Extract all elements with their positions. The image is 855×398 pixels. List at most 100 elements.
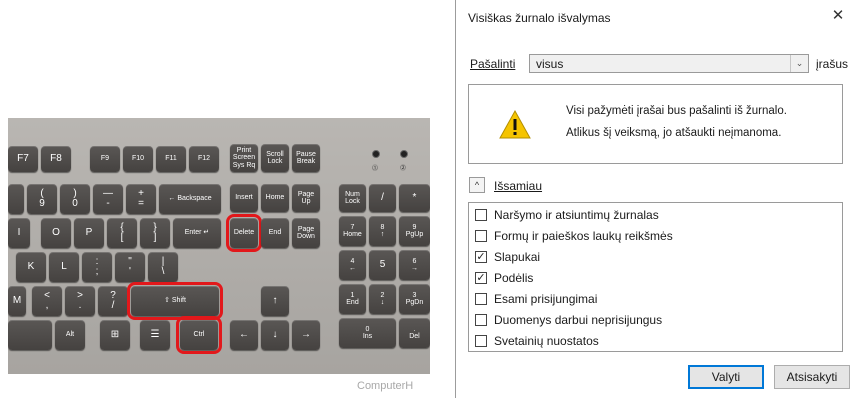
- num-lock-led: [372, 150, 380, 158]
- check-icon[interactable]: ✓: [475, 251, 487, 263]
- checkbox-site-preferences[interactable]: Svetainių nuostatos: [475, 332, 599, 350]
- key-scroll-lock: Scroll Lock: [261, 144, 289, 172]
- chevron-down-icon[interactable]: ⌄: [790, 55, 808, 72]
- checkbox-cache[interactable]: ✓ Podėlis: [475, 269, 533, 287]
- key-l: L: [49, 252, 79, 282]
- clear-now-button[interactable]: Valyti: [688, 365, 764, 389]
- key-arrow-up: ↑: [261, 286, 289, 316]
- key-num-0: 0 Ins: [339, 318, 396, 348]
- time-range-select[interactable]: visus ⌄: [529, 54, 809, 73]
- key-arrow-left: ←: [230, 320, 258, 350]
- key-semicolon: : ;: [82, 252, 112, 282]
- warning-box: Visi pažymėti įrašai bus pašalinti iš žu…: [468, 84, 843, 164]
- key-9: ( 9: [27, 184, 57, 214]
- watermark: ComputerH: [357, 380, 414, 392]
- key-pause: Pause Break: [292, 144, 320, 172]
- key-f9: F9: [90, 146, 120, 172]
- dialog-title: Visiškas žurnalo išvalymas: [468, 11, 611, 25]
- checkbox-label: Svetainių nuostatos: [494, 334, 599, 348]
- key-page-down: Page Down: [292, 218, 320, 248]
- key-page-up: Page Up: [292, 184, 320, 212]
- key-open-bracket: { [: [107, 218, 137, 248]
- time-range-value: visus: [536, 57, 564, 71]
- check-icon[interactable]: ✓: [475, 272, 487, 284]
- key-period: > .: [65, 286, 95, 316]
- keyboard-photo: F7 F8 F9 F10 F11 F12 Print Screen Sys Rq…: [8, 118, 430, 374]
- close-icon[interactable]: ✕: [827, 5, 849, 27]
- key-f8: F8: [41, 146, 71, 172]
- clear-history-dialog: Visiškas žurnalo išvalymas ✕ Pašalinti v…: [455, 0, 855, 398]
- key-comma: < ,: [32, 286, 62, 316]
- collapse-details-button[interactable]: ^: [469, 177, 485, 193]
- checkbox-label: Formų ir paieškos laukų reikšmės: [494, 229, 673, 243]
- key-insert: Insert: [230, 184, 258, 212]
- key-num-2: 2 ↓: [369, 284, 396, 314]
- records-label: įrašus: [816, 57, 849, 71]
- key-num-6: 6 →: [399, 250, 430, 280]
- key-num-4: 4 ←: [339, 250, 366, 280]
- checkbox-form-history[interactable]: Formų ir paieškos laukų reikšmės: [475, 227, 673, 245]
- key-f11: F11: [156, 146, 186, 172]
- key-partial: [8, 184, 24, 214]
- led-label-2: ⓶: [400, 166, 407, 172]
- key-p: P: [74, 218, 104, 248]
- key-enter: Enter ↵: [173, 218, 221, 248]
- key-arrow-right: →: [292, 320, 320, 350]
- key-minus: — -: [93, 184, 123, 214]
- key-backslash: | \: [148, 252, 178, 282]
- checkbox-box[interactable]: [475, 230, 487, 242]
- checkbox-label: Esami prisijungimai: [494, 292, 598, 306]
- key-backspace: ← Backspace: [159, 184, 221, 214]
- key-m: M: [8, 286, 26, 316]
- key-home: Home: [261, 184, 289, 212]
- checkbox-box[interactable]: [475, 335, 487, 347]
- key-windows: ⊞: [100, 320, 130, 350]
- key-arrow-down: ↓: [261, 320, 289, 350]
- warning-line-2: Atlikus šį veiksmą, jo atšaukti neįmanom…: [566, 127, 782, 139]
- key-slash: ? /: [98, 286, 128, 316]
- key-print-screen: Print Screen Sys Rq: [230, 144, 258, 172]
- checkbox-label: Duomenys darbui neprisijungus: [494, 313, 663, 327]
- key-i: I: [8, 218, 30, 248]
- checkbox-label: Slapukai: [494, 250, 541, 264]
- checkbox-box[interactable]: [475, 209, 487, 221]
- key-end: End: [261, 218, 289, 248]
- details-label[interactable]: Išsamiau: [494, 179, 542, 193]
- key-num-multiply: *: [399, 184, 430, 212]
- checkbox-active-logins[interactable]: Esami prisijungimai: [475, 290, 597, 308]
- key-0: ) 0: [60, 184, 90, 214]
- key-right-ctrl: Ctrl: [176, 316, 222, 354]
- key-num-del: . Del: [399, 318, 430, 348]
- key-menu: ☰: [140, 320, 170, 350]
- key-num-divide: /: [369, 184, 396, 212]
- cancel-button[interactable]: Atsisakyti: [774, 365, 850, 389]
- key-alt: Alt: [55, 320, 85, 350]
- checkbox-cookies[interactable]: ✓ Slapukai: [475, 248, 540, 266]
- checkbox-offline-data[interactable]: Duomenys darbui neprisijungus: [475, 311, 662, 329]
- key-num-1: 1 End: [339, 284, 366, 314]
- checkbox-box[interactable]: [475, 293, 487, 305]
- key-f7: F7: [8, 146, 38, 172]
- key-num-5: 5: [369, 250, 396, 280]
- key-f12: F12: [189, 146, 219, 172]
- key-f10: F10: [123, 146, 153, 172]
- remove-label-text: Pašalinti: [470, 57, 516, 71]
- key-space-partial: [8, 320, 52, 350]
- key-equals: + =: [126, 184, 156, 214]
- checkbox-label: Podėlis: [494, 271, 534, 285]
- key-delete: Delete: [226, 214, 262, 252]
- key-num-7: 7 Home: [339, 216, 366, 246]
- warning-icon: [499, 110, 531, 139]
- key-o: O: [41, 218, 71, 248]
- key-k: K: [16, 252, 46, 282]
- key-num-lock: Num Lock: [339, 184, 366, 212]
- caps-lock-led: [400, 150, 408, 158]
- details-label-text: Išsamiau: [494, 179, 543, 193]
- key-num-9: 9 PgUp: [399, 216, 430, 246]
- checkbox-box[interactable]: [475, 314, 487, 326]
- key-quote: " ': [115, 252, 145, 282]
- key-right-shift: ⇧ Shift: [127, 282, 223, 320]
- checkbox-browsing-history[interactable]: Naršymo ir atsiuntimų žurnalas: [475, 206, 659, 224]
- key-num-8: 8 ↑: [369, 216, 396, 246]
- warning-line-1: Visi pažymėti įrašai bus pašalinti iš žu…: [566, 105, 787, 117]
